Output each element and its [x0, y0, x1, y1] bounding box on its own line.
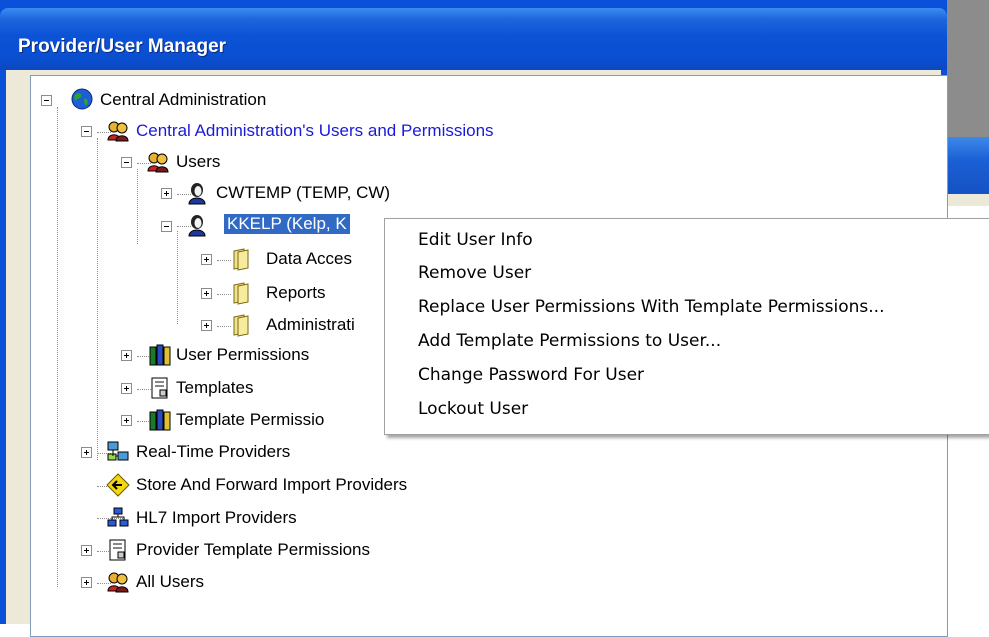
menu-item-lockout-user[interactable]: Lockout User: [418, 398, 528, 420]
network-icon: [106, 440, 129, 462]
hierarchy-icon: [106, 506, 129, 528]
context-menu: Edit User Info Remove User Replace User …: [384, 218, 989, 435]
document-icon: [106, 538, 128, 561]
tree-node-users[interactable]: Users: [176, 152, 220, 172]
expand-toggle-all-users[interactable]: [81, 577, 92, 588]
tree-node-user-kkelp-selected[interactable]: KKELP (Kelp, K: [224, 214, 350, 234]
window-title: Provider/User Manager: [18, 36, 227, 57]
tree-node-templates[interactable]: Templates: [176, 378, 253, 398]
users-icon: [106, 119, 129, 142]
tree-node-store-forward[interactable]: Store And Forward Import Providers: [136, 475, 407, 495]
expand-toggle-user-permissions[interactable]: [121, 350, 132, 361]
expand-toggle-provider-template[interactable]: [81, 545, 92, 556]
folder-icon: [230, 313, 252, 337]
tree-node-user-cwtemp[interactable]: CWTEMP (TEMP, CW): [216, 183, 390, 203]
books-icon: [148, 343, 171, 366]
expand-toggle-users[interactable]: [121, 157, 132, 168]
expand-toggle-reports[interactable]: [201, 288, 212, 299]
tree-node-central-administration[interactable]: Central Administration: [100, 90, 266, 110]
expand-toggle-realtime[interactable]: [81, 447, 92, 458]
tree-node-user-permissions[interactable]: User Permissions: [176, 345, 309, 365]
window-titlebar[interactable]: Provider/User Manager: [0, 8, 947, 70]
users-icon: [106, 570, 129, 593]
expand-toggle-templates[interactable]: [121, 383, 132, 394]
expand-toggle-administration[interactable]: [201, 320, 212, 331]
background-titlebar: [947, 137, 989, 194]
tree-node-reports[interactable]: Reports: [266, 283, 326, 303]
folder-icon: [230, 281, 252, 305]
menu-item-edit-user-info[interactable]: Edit User Info: [418, 229, 533, 251]
menu-item-remove-user[interactable]: Remove User: [418, 262, 531, 284]
globe-icon: [70, 87, 93, 110]
menu-item-replace-permissions[interactable]: Replace User Permissions With Template P…: [418, 296, 885, 318]
books-icon: [148, 408, 171, 431]
expand-toggle-template-permissions[interactable]: [121, 415, 132, 426]
expand-toggle-root[interactable]: [41, 95, 52, 106]
diamond-arrow-icon: [106, 473, 130, 497]
document-icon: [148, 376, 170, 399]
tree-node-all-users[interactable]: All Users: [136, 572, 204, 592]
expand-toggle-kkelp[interactable]: [161, 221, 172, 232]
tree-node-hl7-import[interactable]: HL7 Import Providers: [136, 508, 297, 528]
background-panel: [947, 0, 989, 137]
background-strip: [947, 194, 989, 206]
users-icon: [146, 150, 169, 173]
tree-node-data-access[interactable]: Data Acces: [266, 249, 352, 269]
folder-icon: [230, 247, 252, 271]
tree-node-provider-template-permissions[interactable]: Provider Template Permissions: [136, 540, 370, 560]
tree-node-realtime-providers[interactable]: Real-Time Providers: [136, 442, 290, 462]
expand-toggle-cwtemp[interactable]: [161, 188, 172, 199]
expand-toggle-data-access[interactable]: [201, 254, 212, 265]
tree-node-template-permissions[interactable]: Template Permissio: [176, 410, 324, 430]
menu-item-add-template-permissions[interactable]: Add Template Permissions to User...: [418, 330, 721, 352]
tree-node-administration[interactable]: Administrati: [266, 315, 355, 335]
user-icon: [186, 213, 208, 237]
expand-toggle-users-permissions[interactable]: [81, 126, 92, 137]
menu-item-change-password[interactable]: Change Password For User: [418, 364, 644, 386]
tree-node-users-and-permissions[interactable]: Central Administration's Users and Permi…: [136, 121, 494, 141]
user-icon: [186, 181, 208, 205]
